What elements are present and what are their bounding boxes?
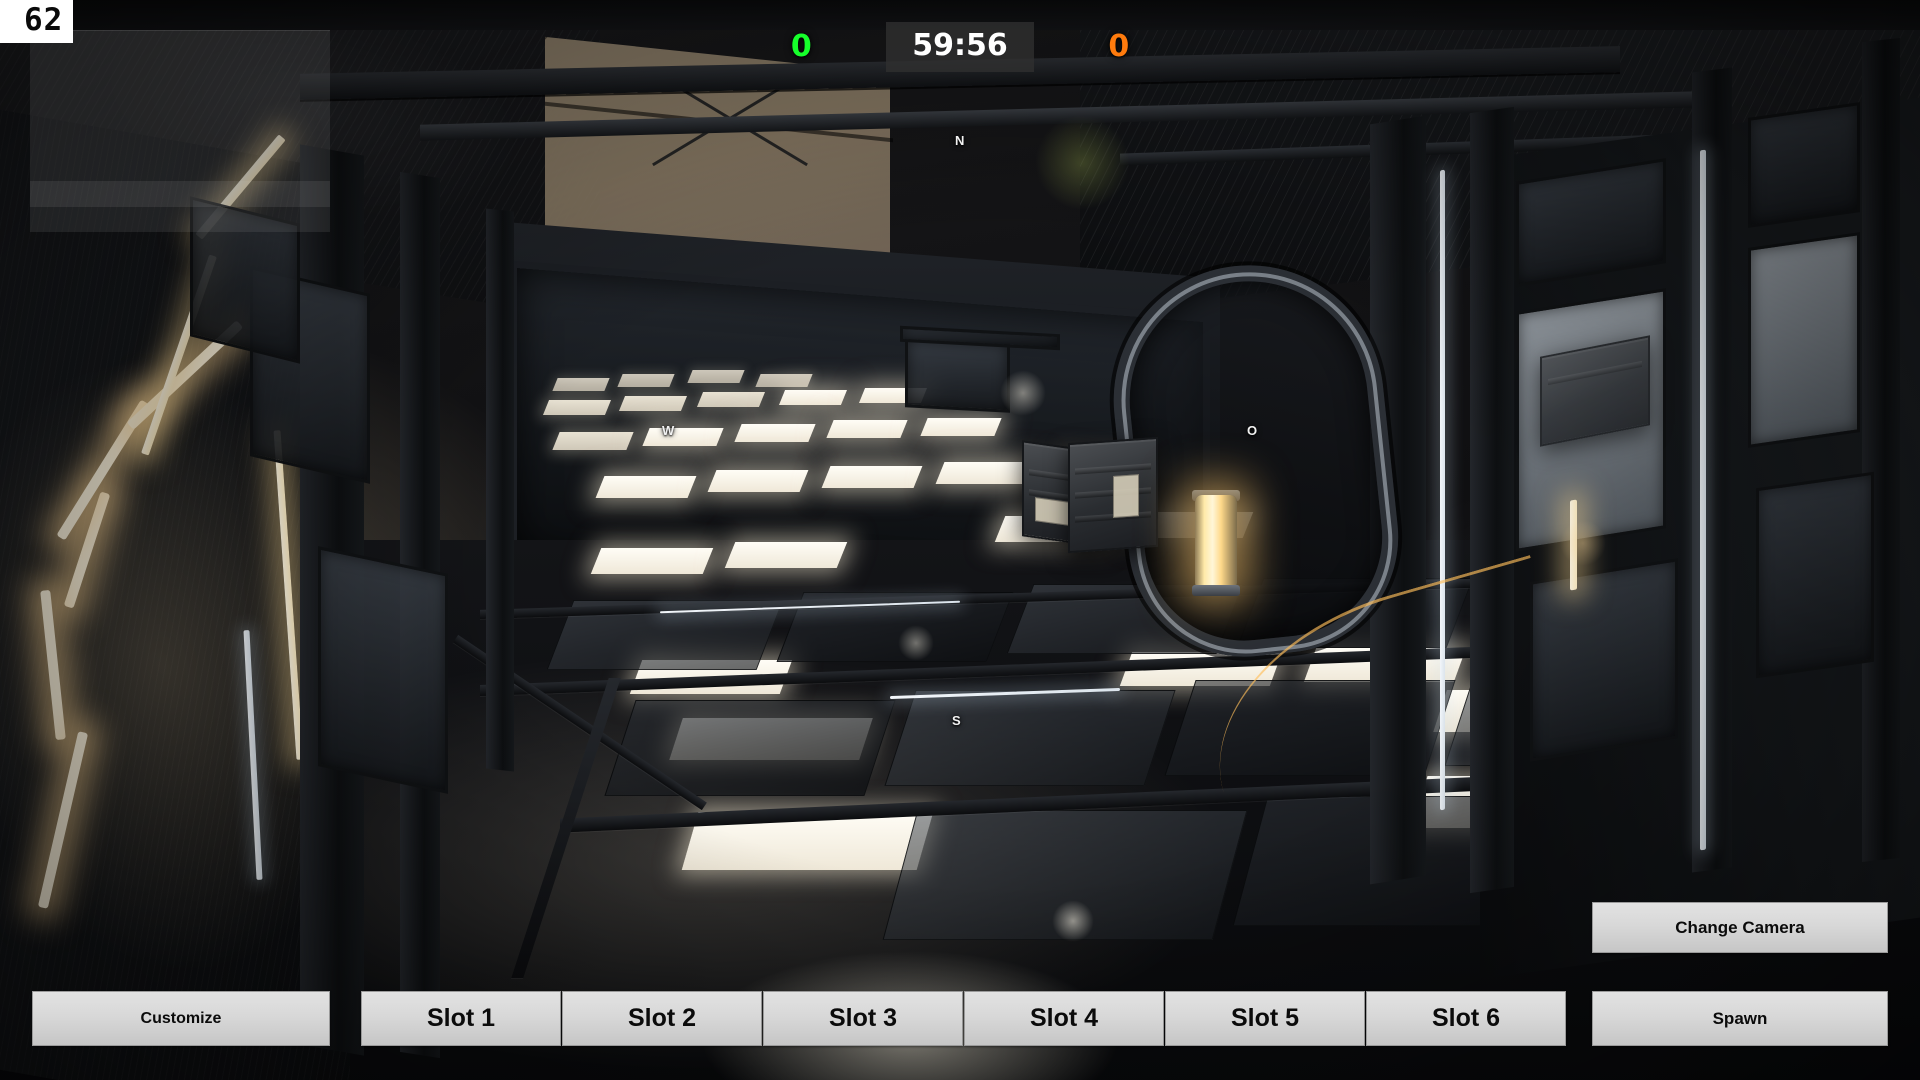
left-hex-lamp <box>30 320 270 920</box>
wall-window <box>1748 102 1860 228</box>
customize-button[interactable]: Customize <box>32 991 330 1046</box>
floor-light-panel <box>595 476 697 498</box>
floor-light-panel <box>696 392 766 407</box>
wall-light-strip <box>1570 499 1577 591</box>
floor-light-panel <box>590 548 714 574</box>
floor-light-panel <box>724 542 848 568</box>
game-viewport: 62 0 59:56 0 N W O S Customize Slot 1 Sl… <box>0 0 1920 1080</box>
debug-stats-overlay <box>30 30 330 232</box>
fps-counter: 62 <box>0 0 74 43</box>
debug-overlay-band <box>30 181 330 207</box>
slot-5-button[interactable]: Slot 5 <box>1165 991 1365 1046</box>
spawn-button[interactable]: Spawn <box>1592 991 1888 1046</box>
floor-tile <box>882 810 1248 940</box>
slot-1-button[interactable]: Slot 1 <box>361 991 561 1046</box>
slot-6-button[interactable]: Slot 6 <box>1366 991 1566 1046</box>
cargo-crate <box>1068 436 1158 554</box>
floor-light-panel <box>687 370 745 383</box>
lamp-cap-bottom <box>1192 585 1240 596</box>
floor-light-panel <box>552 378 610 391</box>
floor-light-panel <box>618 396 688 411</box>
floor-light-panel <box>826 420 908 438</box>
floor-light-panel <box>707 470 809 492</box>
floor-light-panel <box>755 374 813 387</box>
change-camera-button[interactable]: Change Camera <box>1592 902 1888 953</box>
floor-light-panel <box>821 466 923 488</box>
floor-light-panel <box>734 424 816 442</box>
floor-light-panel <box>642 428 724 446</box>
console-screen <box>905 337 1010 413</box>
slot-4-button[interactable]: Slot 4 <box>964 991 1164 1046</box>
amber-cylinder-lamp <box>1195 495 1237 590</box>
structural-pillar <box>1692 67 1732 873</box>
floor-tile <box>604 700 896 796</box>
wall-window <box>1756 471 1874 679</box>
wall-light-strip <box>1700 149 1706 851</box>
wall-window <box>1748 232 1860 448</box>
floor-light-panel <box>920 418 1002 436</box>
floor-light-panel <box>552 432 634 450</box>
floor-light-panel <box>778 390 848 405</box>
slot-3-button[interactable]: Slot 3 <box>763 991 963 1046</box>
floor-light-panel <box>617 374 675 387</box>
structural-pillar <box>1862 38 1900 862</box>
wall-window <box>318 546 448 794</box>
slot-2-button[interactable]: Slot 2 <box>562 991 762 1046</box>
ceiling-top-bar <box>0 0 1920 30</box>
floor-tile <box>884 690 1176 786</box>
structural-pillar <box>486 208 514 772</box>
floor-light-panel <box>542 400 612 415</box>
